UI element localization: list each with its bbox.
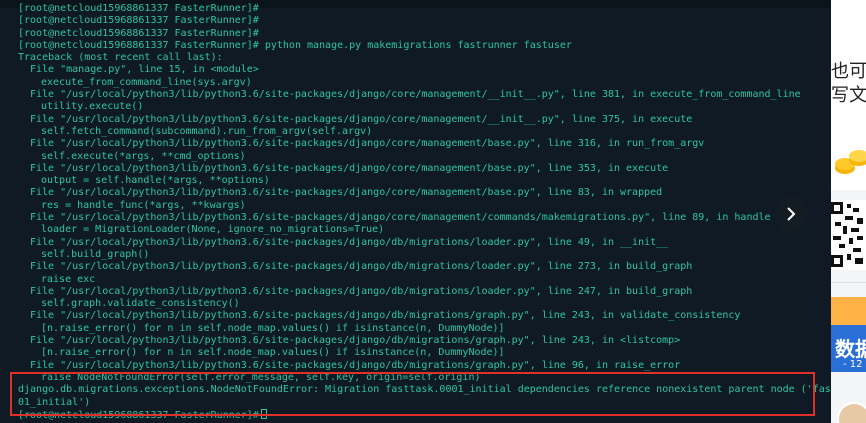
avatar[interactable]: [837, 402, 866, 423]
terminal-line: File "/usr/local/python3/lib/python3.6/s…: [30, 162, 669, 174]
next-arrow-button[interactable]: [774, 197, 808, 231]
terminal-line: [n.raise_error() for n in self.node_map.…: [41, 322, 505, 334]
terminal-line: File "/usr/local/python3/lib/python3.6/s…: [30, 187, 663, 199]
promo-card-title: 数据: [835, 337, 866, 361]
error-highlight-box: [10, 372, 815, 416]
terminal-line: File "/usr/local/python3/lib/python3.6/s…: [30, 138, 705, 150]
terminal-line: File "/usr/local/python3/lib/python3.6/s…: [30, 261, 693, 273]
terminal-line: Traceback (most recent call last):: [18, 52, 223, 64]
terminal-line: File "/usr/local/python3/lib/python3.6/s…: [30, 335, 681, 347]
terminal-line: self.fetch_command(subcommand).run_from_…: [41, 125, 373, 137]
terminal-line: [root@netcloud15968861337 FasterRunner]#: [18, 3, 259, 14]
terminal-line: execute_from_command_line(sys.argv): [41, 76, 252, 88]
terminal-line: [root@netcloud15968861337 FasterRunner]#: [18, 27, 259, 39]
terminal-line: File "/usr/local/python3/lib/python3.6/s…: [30, 359, 681, 371]
terminal-line: File "/usr/local/python3/lib/python3.6/s…: [30, 310, 741, 322]
coins-icon: [835, 150, 866, 174]
ad-text-line1: 也可: [831, 61, 866, 82]
terminal-output: [root@netcloud15968861337 FasterRunner]#…: [18, 3, 831, 421]
ad-panel[interactable]: 也可 写文: [831, 0, 866, 190]
terminal-line: File "/usr/local/python3/lib/python3.6/s…: [30, 236, 669, 248]
ad-text-line2: 写文: [831, 85, 866, 106]
terminal-line: res = handle_func(*args, **kwargs): [41, 199, 246, 211]
terminal-line: raise exc: [41, 273, 96, 285]
terminal-line: [root@netcloud15968861337 FasterRunner]#…: [18, 39, 572, 51]
qr-code: [831, 200, 866, 270]
promo-card-subtitle: - 12: [843, 359, 863, 370]
terminal-line: File "/usr/local/python3/lib/python3.6/s…: [30, 89, 801, 101]
terminal-line: loader = MigrationLoader(None, ignore_no…: [41, 224, 385, 236]
terminal-line: File "/usr/local/python3/lib/python3.6/s…: [30, 113, 693, 125]
terminal-line: File "/usr/local/python3/lib/python3.6/s…: [30, 285, 693, 297]
promo-card[interactable]: 数据 - 12: [831, 297, 866, 372]
promo-card-header: [831, 297, 866, 325]
terminal-line: [n.raise_error() for n in self.node_map.…: [41, 347, 505, 359]
terminal-line: self.graph.validate_consistency(): [41, 298, 240, 310]
chevron-right-icon: [787, 207, 796, 221]
right-sidebar: 也可 写文 数据 - 12: [831, 0, 866, 423]
terminal-line: self.execute(*args, **cmd_options): [41, 150, 246, 162]
terminal-line: utility.execute(): [41, 101, 144, 113]
terminal-line: File "/usr/local/python3/lib/python3.6/s…: [30, 212, 771, 224]
terminal-line: File "manage.py", line 15, in <module>: [30, 64, 259, 76]
terminal-window[interactable]: [root@netcloud15968861337 FasterRunner]#…: [0, 0, 831, 423]
terminal-line: self.build_graph(): [41, 248, 150, 260]
terminal-line: output = self.handle(*args, **options): [41, 175, 270, 187]
divider: [831, 282, 866, 283]
terminal-line: [root@netcloud15968861337 FasterRunner]#: [18, 15, 259, 27]
